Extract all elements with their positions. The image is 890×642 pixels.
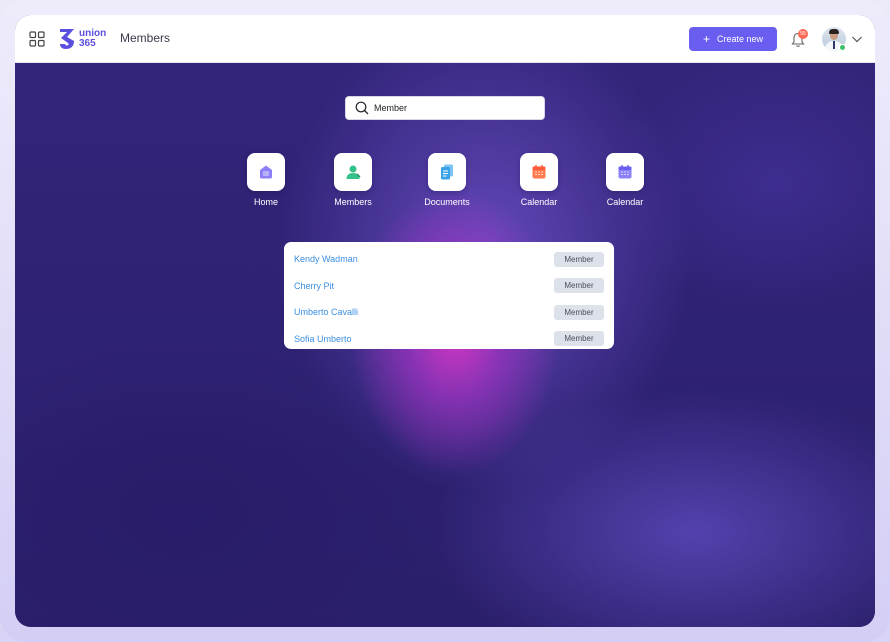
app-label: Calendar — [520, 197, 558, 207]
union365-logo[interactable]: union 365 — [58, 25, 114, 53]
search-icon — [355, 101, 369, 115]
app-grid-icon[interactable] — [29, 31, 45, 47]
result-tag: Member — [554, 304, 604, 320]
result-row[interactable]: Cherry Pit Member — [284, 273, 614, 300]
background-shape — [15, 333, 435, 627]
calendar-icon — [532, 165, 546, 179]
app-documents[interactable]: Documents — [412, 153, 482, 207]
result-tag: Member — [554, 278, 604, 294]
member-icon — [346, 165, 361, 179]
page-title: Members — [120, 31, 171, 45]
chevron-down-icon[interactable] — [851, 34, 863, 44]
home-icon — [260, 165, 272, 179]
result-tag: Member — [554, 251, 604, 267]
online-status-dot — [839, 44, 846, 51]
top-bar: union 365 Members + Create new 55 — [15, 15, 875, 63]
result-row[interactable]: Kendy Wadman Member — [284, 246, 614, 273]
app-launcher: Home Members Documents Calendar Calendar — [15, 153, 875, 213]
app-home[interactable]: Home — [231, 153, 301, 207]
search-input[interactable] — [374, 103, 534, 113]
plus-icon: + — [702, 32, 710, 46]
result-row[interactable]: Sofia Umberto Member — [284, 326, 614, 353]
logo-text: union 365 — [79, 29, 106, 49]
result-name[interactable]: Sofia Umberto — [294, 334, 352, 344]
app-label: Documents — [424, 197, 470, 207]
app-calendar-2[interactable]: Calendar — [590, 153, 660, 207]
create-new-button[interactable]: + Create new — [689, 27, 777, 51]
create-new-label: Create new — [716, 34, 764, 44]
app-members[interactable]: Members — [318, 153, 388, 207]
app-label: Calendar — [606, 197, 644, 207]
app-label: Members — [334, 197, 372, 207]
result-name[interactable]: Umberto Cavalli — [294, 307, 358, 317]
documents-icon — [441, 164, 453, 180]
result-tag: Member — [554, 331, 604, 347]
logo-mark-icon — [60, 29, 74, 49]
app-screen: union 365 Members + Create new 55 Member… — [15, 15, 875, 627]
logo-text-line2: 365 — [79, 38, 96, 49]
app-calendar[interactable]: Calendar — [504, 153, 574, 207]
app-label: Home — [253, 197, 278, 207]
search-box[interactable] — [345, 96, 545, 120]
calendar-icon — [618, 165, 632, 179]
result-name[interactable]: Cherry Pit — [294, 281, 334, 291]
result-name[interactable]: Kendy Wadman — [294, 254, 358, 264]
notification-badge: 55 — [798, 29, 808, 39]
result-row[interactable]: Umberto Cavalli Member — [284, 299, 614, 326]
search-results: Kendy Wadman Member Cherry Pit Member Um… — [284, 242, 614, 349]
